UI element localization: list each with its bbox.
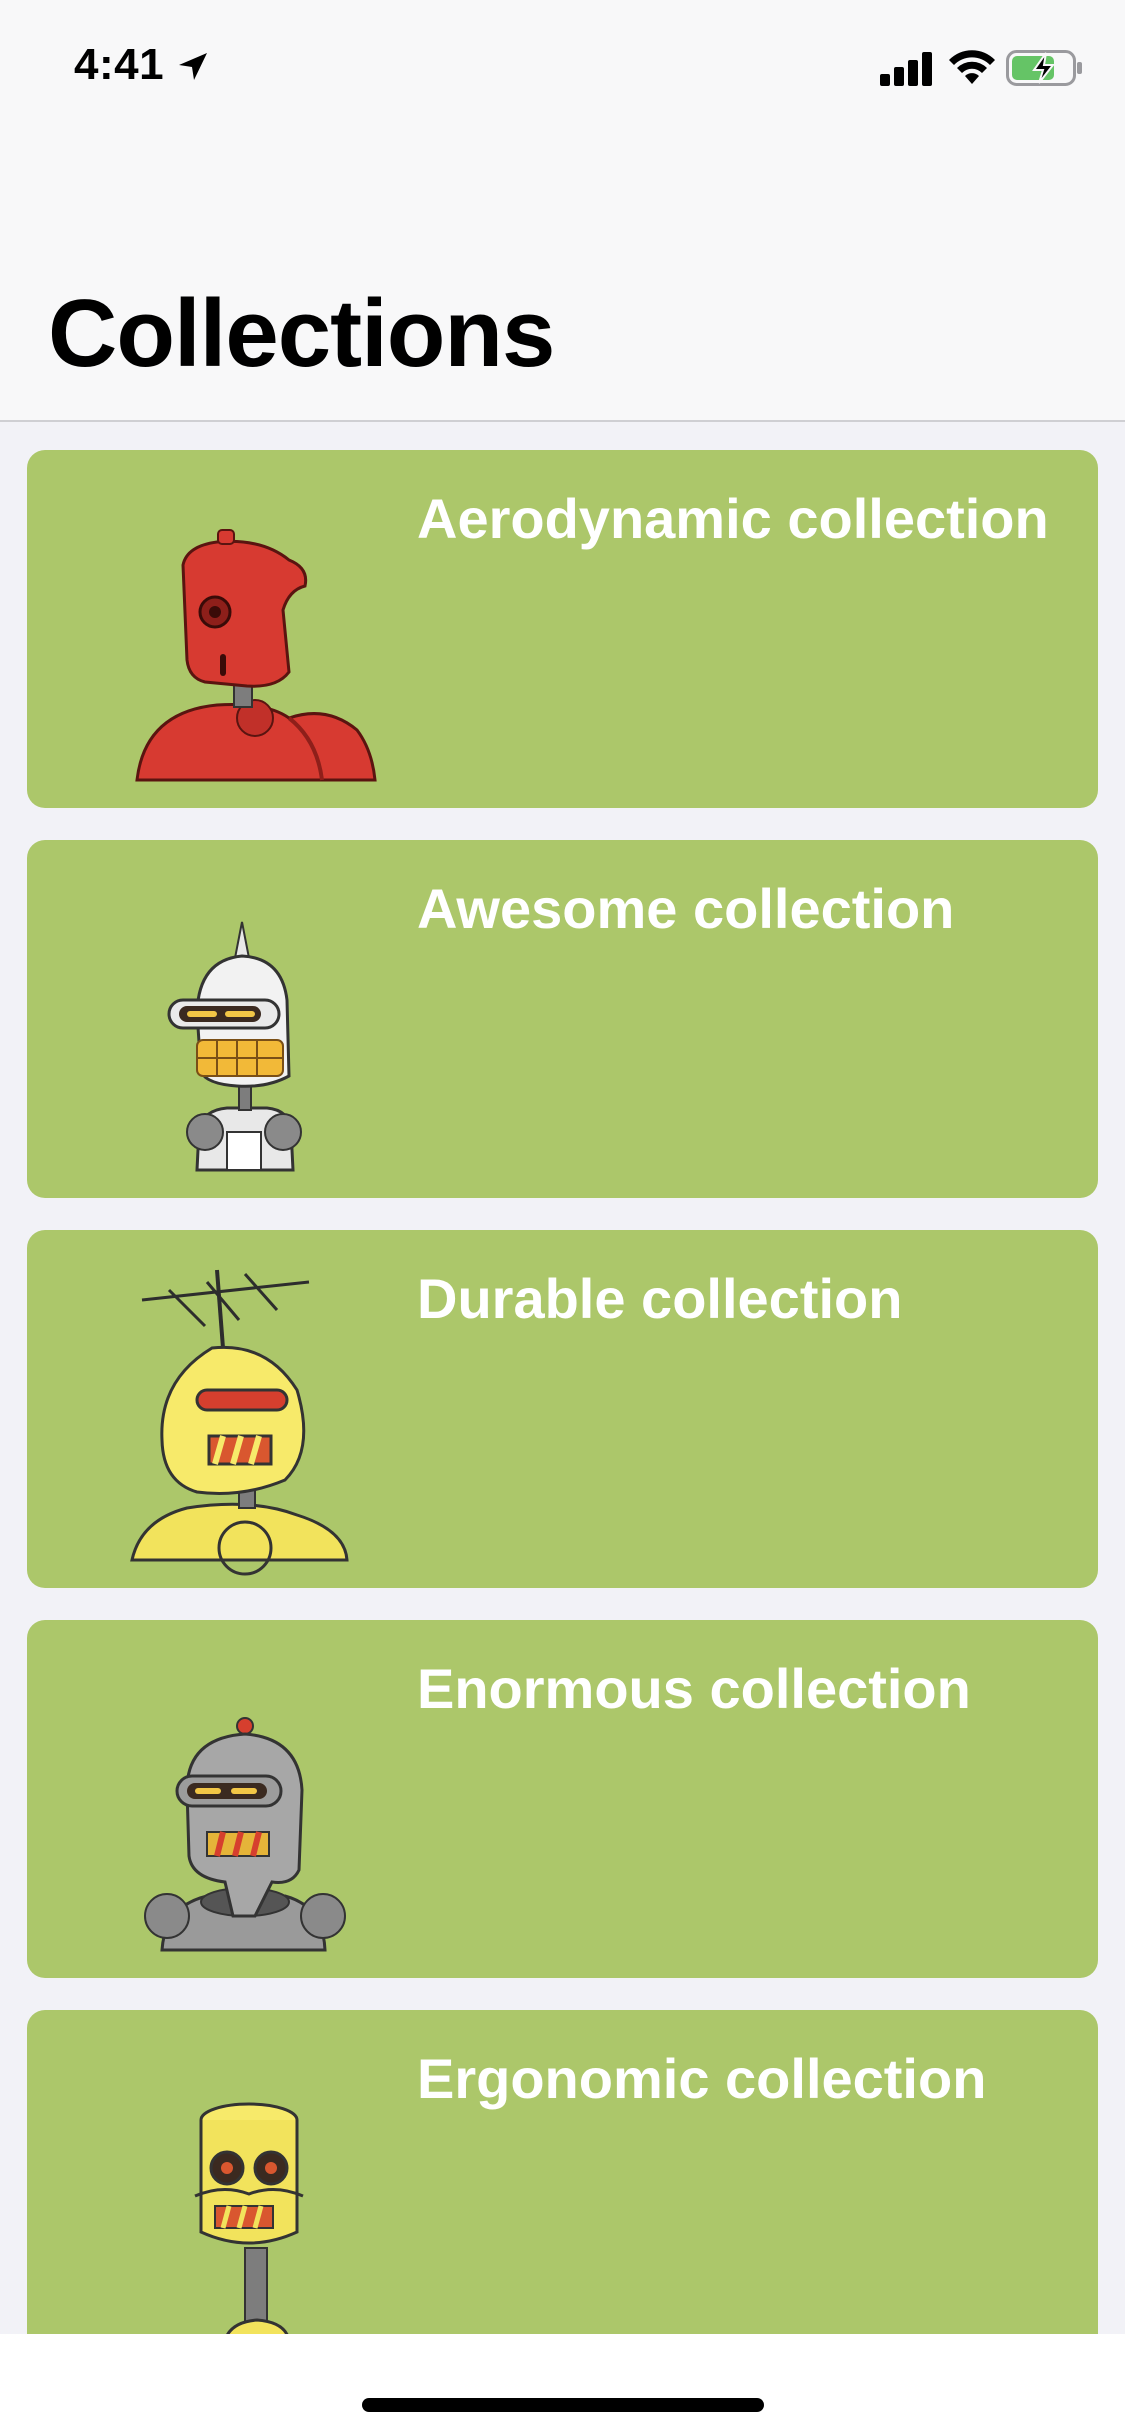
- collection-title: Enormous collection: [417, 1657, 971, 1720]
- page-title: Collections: [48, 280, 555, 387]
- location-arrow-icon: [179, 53, 207, 80]
- status-bar: 4:41: [0, 0, 1125, 132]
- white-robot-image: [167, 921, 302, 1172]
- red-robot-image: [135, 529, 377, 782]
- collection-card-aerodynamic[interactable]: Aerodynamic collection: [27, 450, 1098, 808]
- collection-title: Aerodynamic collection: [417, 487, 1049, 550]
- collection-card-ergonomic[interactable]: Ergonomic collection: [27, 2010, 1098, 2334]
- wifi-icon: [949, 50, 995, 84]
- screen: 4:41 Collections Aerodynamic collection …: [0, 0, 1125, 2436]
- home-indicator[interactable]: [362, 2398, 764, 2412]
- yellow-cylinder-robot-image: [194, 2102, 304, 2334]
- collection-title: Ergonomic collection: [417, 2047, 987, 2110]
- battery-charging-icon: [1006, 50, 1082, 86]
- collection-card-enormous[interactable]: Enormous collection: [27, 1620, 1098, 1978]
- yellow-antenna-robot-image: [130, 1269, 349, 1576]
- home-indicator-area: [0, 2334, 1125, 2436]
- collections-list[interactable]: Aerodynamic collection Awesome collectio…: [0, 422, 1125, 2334]
- collection-title: Awesome collection: [417, 877, 955, 940]
- navigation-header: 4:41 Collections: [0, 0, 1125, 422]
- collection-card-awesome[interactable]: Awesome collection: [27, 840, 1098, 1198]
- cellular-signal-icon: [880, 52, 932, 86]
- collection-title: Durable collection: [417, 1267, 903, 1330]
- gray-robot-image: [144, 1717, 346, 1952]
- status-time: 4:41: [74, 40, 165, 89]
- collection-card-durable[interactable]: Durable collection: [27, 1230, 1098, 1588]
